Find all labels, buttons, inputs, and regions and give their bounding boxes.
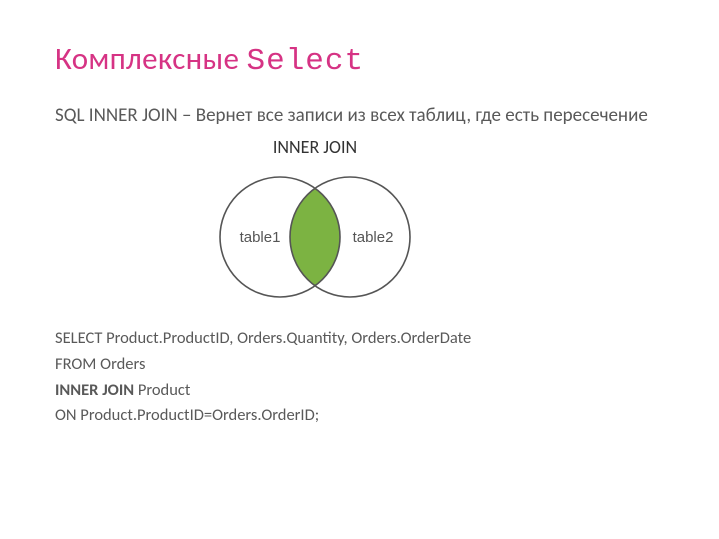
slide: Комплексные Select SQL INNER JOIN – Верн…: [0, 0, 719, 539]
venn-svg: table1 table2: [185, 162, 445, 312]
sql-line-3: INNER JOIN Product: [55, 378, 669, 404]
venn-diagram: INNER JOIN table1 table2: [175, 136, 455, 312]
description-text: SQL INNER JOIN – Вернет все записи из вс…: [55, 101, 669, 130]
sql-line-3-rest: Product: [134, 380, 190, 400]
title-mono: Select: [247, 44, 365, 79]
venn-heading: INNER JOIN: [175, 136, 455, 158]
sql-inner-join-keyword: INNER JOIN: [55, 380, 134, 400]
venn-right-label: table2: [353, 229, 394, 246]
venn-left-label: table1: [240, 229, 281, 246]
sql-block: SELECT Product.ProductID, Orders.Quantit…: [55, 326, 669, 428]
slide-title: Комплексные Select: [55, 40, 669, 79]
title-prefix: Комплексные: [55, 40, 247, 78]
sql-line-2: FROM Orders: [55, 352, 669, 378]
sql-line-4: ON Product.ProductID=Orders.OrderID;: [55, 403, 669, 429]
sql-line-1: SELECT Product.ProductID, Orders.Quantit…: [55, 326, 669, 352]
